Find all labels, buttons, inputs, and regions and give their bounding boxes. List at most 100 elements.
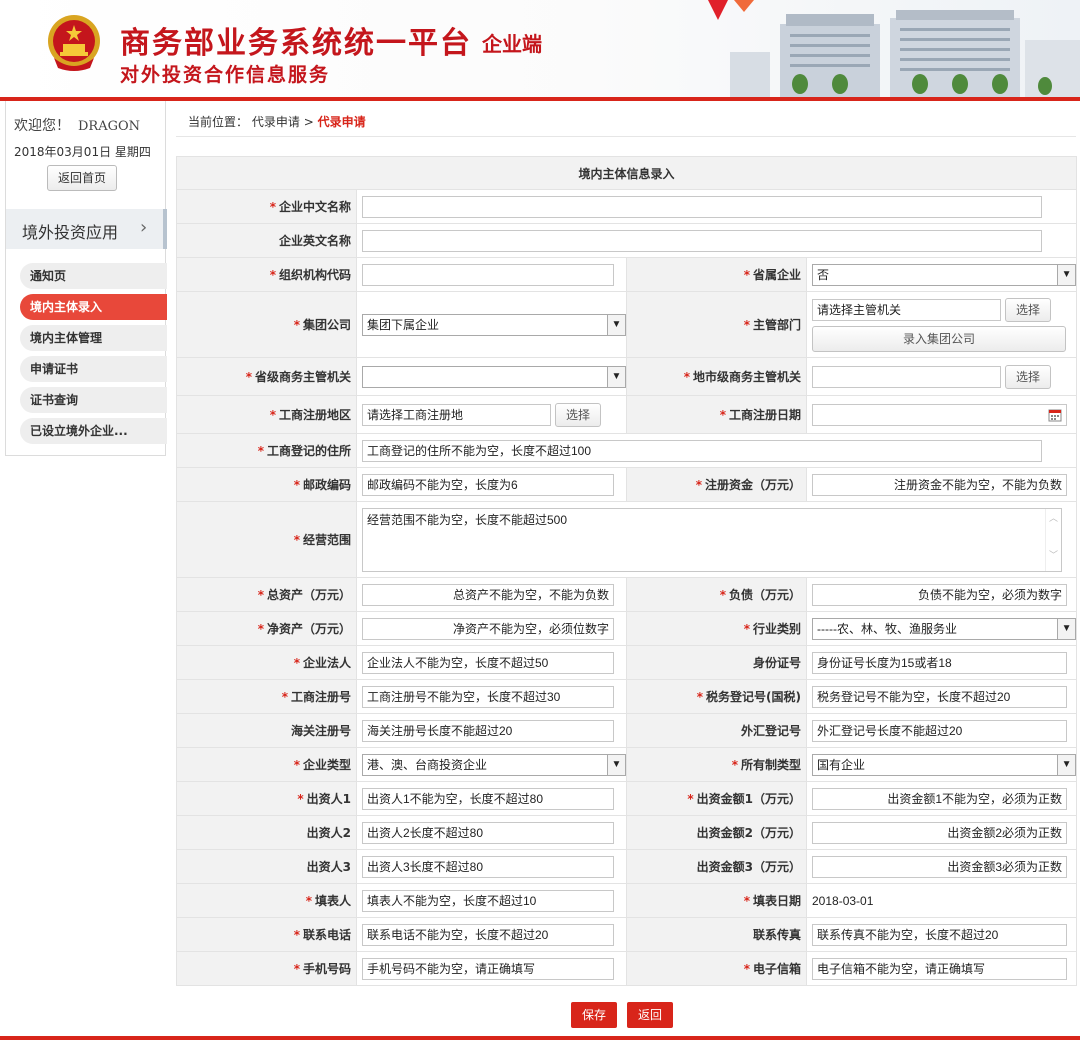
- cn-name-input[interactable]: [362, 195, 1042, 218]
- breadcrumb-separator: >: [303, 115, 314, 129]
- customs-no-input[interactable]: 海关注册号长度不能超过20: [362, 719, 614, 742]
- dropdown-arrow-icon: ▼: [607, 366, 625, 387]
- sidebar-item-established-enterprises[interactable]: 已设立境外企业...: [20, 418, 167, 444]
- platform-title: 商务部业务系统统一平台: [120, 26, 472, 61]
- amount2-label: 出资金额2（万元）: [626, 815, 807, 850]
- breadcrumb-current: 代录申请: [317, 115, 366, 129]
- fx-no-input[interactable]: 外汇登记号长度不能超过20: [812, 719, 1067, 742]
- ent-type-label: * 企业类型: [176, 747, 357, 782]
- total-assets-input[interactable]: 总资产不能为空，不能为负数: [362, 583, 614, 606]
- cn-name-label: * 企业中文名称: [176, 189, 357, 224]
- home-button[interactable]: 返回首页: [47, 165, 117, 191]
- capital-label: * 注册资金（万元）: [626, 467, 807, 502]
- amount3-label: 出资金额3（万元）: [626, 849, 807, 884]
- prov-authority-label: * 省级商务主管机关: [176, 357, 357, 396]
- email-label: * 电子信箱: [626, 951, 807, 986]
- investor1-label: * 出资人1: [176, 781, 357, 816]
- breadcrumb-divider: [176, 136, 1076, 137]
- investor1-input[interactable]: 出资人1不能为空，长度不超过80: [362, 787, 614, 810]
- sidebar-item-notice[interactable]: 通知页: [20, 263, 167, 289]
- scroll-down-icon: ﹀: [1048, 549, 1058, 560]
- mobile-input[interactable]: 手机号码不能为空，请正确填写: [362, 957, 614, 980]
- tax-no-input[interactable]: 税务登记号不能为空，长度不超过20: [812, 685, 1067, 708]
- breadcrumb: 当前位置： 代录申请 > 代录申请: [188, 113, 366, 130]
- back-button[interactable]: 返回: [627, 1002, 673, 1028]
- legal-person-input[interactable]: 企业法人不能为空，长度不超过50: [362, 651, 614, 674]
- fax-input[interactable]: 联系传真不能为空，长度不超过20: [812, 923, 1067, 946]
- en-name-label: 企业英文名称: [176, 223, 357, 258]
- city-authority-input[interactable]: [812, 365, 1001, 388]
- dept-label: * 主管部门: [626, 291, 807, 358]
- id-no-label: 身份证号: [626, 645, 807, 680]
- biz-reg-no-input[interactable]: 工商注册号不能为空，长度不超过30: [362, 685, 614, 708]
- org-code-input[interactable]: [362, 263, 614, 286]
- sidebar-item-certificate-query[interactable]: 证书查询: [20, 387, 167, 413]
- phone-input[interactable]: 联系电话不能为空，长度不超过20: [362, 923, 614, 946]
- industry-select[interactable]: -----农、林、牧、渔服务业 ▼: [812, 617, 1077, 640]
- group-select[interactable]: 集团下属企业 ▼: [362, 313, 626, 336]
- liabilities-input[interactable]: 负债不能为空，必须为数字: [812, 583, 1067, 606]
- capital-input[interactable]: 注册资金不能为空，不能为负数: [812, 473, 1067, 496]
- amount3-input[interactable]: 出资金额3必须为正数: [812, 855, 1067, 878]
- reg-area-select-button[interactable]: 选择: [555, 402, 601, 427]
- platform-subtitle: 对外投资合作信息服务: [120, 64, 331, 86]
- sidebar-item-apply-certificate[interactable]: 申请证书: [20, 356, 167, 382]
- dropdown-arrow-icon: ▼: [1057, 618, 1076, 639]
- email-input[interactable]: 电子信箱不能为空，请正确填写: [812, 957, 1067, 980]
- sidebar: 欢迎您！ DRAGON 2018年03月01日 星期四 返回首页 境外投资应用 ›…: [5, 101, 167, 456]
- address-input[interactable]: 工商登记的住所不能为空，长度不超过100: [362, 439, 1042, 462]
- investor3-input[interactable]: 出资人3长度不超过80: [362, 855, 614, 878]
- city-authority-select-button[interactable]: 选择: [1005, 364, 1051, 389]
- dept-input[interactable]: 请选择主管机关: [812, 298, 1001, 321]
- save-button[interactable]: 保存: [571, 1002, 617, 1028]
- welcome-label: 欢迎您！: [14, 118, 70, 134]
- investor2-input[interactable]: 出资人2长度不超过80: [362, 821, 614, 844]
- group-label: * 集团公司: [176, 291, 357, 358]
- scope-label: * 经营范围: [176, 501, 357, 578]
- dropdown-arrow-icon: ▼: [607, 754, 625, 775]
- welcome-text: 欢迎您！ DRAGON: [14, 115, 140, 135]
- legal-person-label: * 企业法人: [176, 645, 357, 680]
- footer-divider: [0, 1036, 1080, 1040]
- en-name-input[interactable]: [362, 229, 1042, 252]
- amount1-input[interactable]: 出资金额1不能为空，必须为正数: [812, 787, 1067, 810]
- dept-select-button[interactable]: 选择: [1005, 297, 1051, 322]
- net-assets-label: * 净资产（万元）: [176, 611, 357, 646]
- calendar-icon[interactable]: [1048, 408, 1062, 422]
- fax-label: 联系传真: [626, 917, 807, 952]
- total-assets-label: * 总资产（万元）: [176, 577, 357, 612]
- ent-type-select[interactable]: 港、澳、台商投资企业 ▼: [362, 753, 626, 776]
- user-name: DRAGON: [78, 119, 141, 134]
- fx-no-label: 外汇登记号: [626, 713, 807, 748]
- prov-authority-select[interactable]: ▼: [362, 365, 626, 388]
- investor2-label: 出资人2: [176, 815, 357, 850]
- building-illustration: [708, 0, 1080, 97]
- filler-input[interactable]: 填表人不能为空，长度不超过10: [362, 889, 614, 912]
- investor3-label: 出资人3: [176, 849, 357, 884]
- tax-no-label: * 税务登记号(国税): [626, 679, 807, 714]
- ownership-select[interactable]: 国有企业 ▼: [812, 753, 1077, 776]
- provincial-label: * 省属企业: [626, 257, 807, 292]
- reg-area-input[interactable]: 请选择工商注册地: [362, 403, 551, 426]
- sidebar-item-entity-manage[interactable]: 境内主体管理: [20, 325, 167, 351]
- add-group-button[interactable]: 录入集团公司: [812, 325, 1066, 352]
- reg-area-label: * 工商注册地区: [176, 395, 357, 434]
- form-title: 境内主体信息录入: [175, 156, 1078, 190]
- ownership-label: * 所有制类型: [626, 747, 807, 782]
- menu-head-overseas-investment[interactable]: 境外投资应用 ›: [6, 209, 167, 249]
- amount2-input[interactable]: 出资金额2必须为正数: [812, 821, 1067, 844]
- biz-reg-no-label: * 工商注册号: [176, 679, 357, 714]
- scroll-up-icon: ︿: [1048, 512, 1058, 523]
- industry-label: * 行业类别: [626, 611, 807, 646]
- provincial-select[interactable]: 否 ▼: [812, 263, 1077, 286]
- sidebar-item-entity-entry[interactable]: 境内主体录入: [20, 294, 167, 320]
- id-no-input[interactable]: 身份证号长度为15或者18: [812, 651, 1067, 674]
- postcode-input[interactable]: 邮政编码不能为空，长度为6: [362, 473, 614, 496]
- scope-textarea[interactable]: 经营范围不能为空，长度不能超过500 ︿ ﹀: [362, 507, 1062, 572]
- reg-date-input[interactable]: [812, 403, 1067, 426]
- breadcrumb-parent[interactable]: 代录申请: [252, 115, 300, 129]
- entity-form: 境内主体信息录入 * 企业中文名称 企业英文名称 * 组织机构代码 * 省属企业 否 ▼…: [175, 156, 1078, 986]
- textarea-scrollbar[interactable]: ︿ ﹀: [1045, 508, 1061, 571]
- dropdown-arrow-icon: ▼: [1057, 264, 1076, 285]
- net-assets-input[interactable]: 净资产不能为空，必须位数字: [362, 617, 614, 640]
